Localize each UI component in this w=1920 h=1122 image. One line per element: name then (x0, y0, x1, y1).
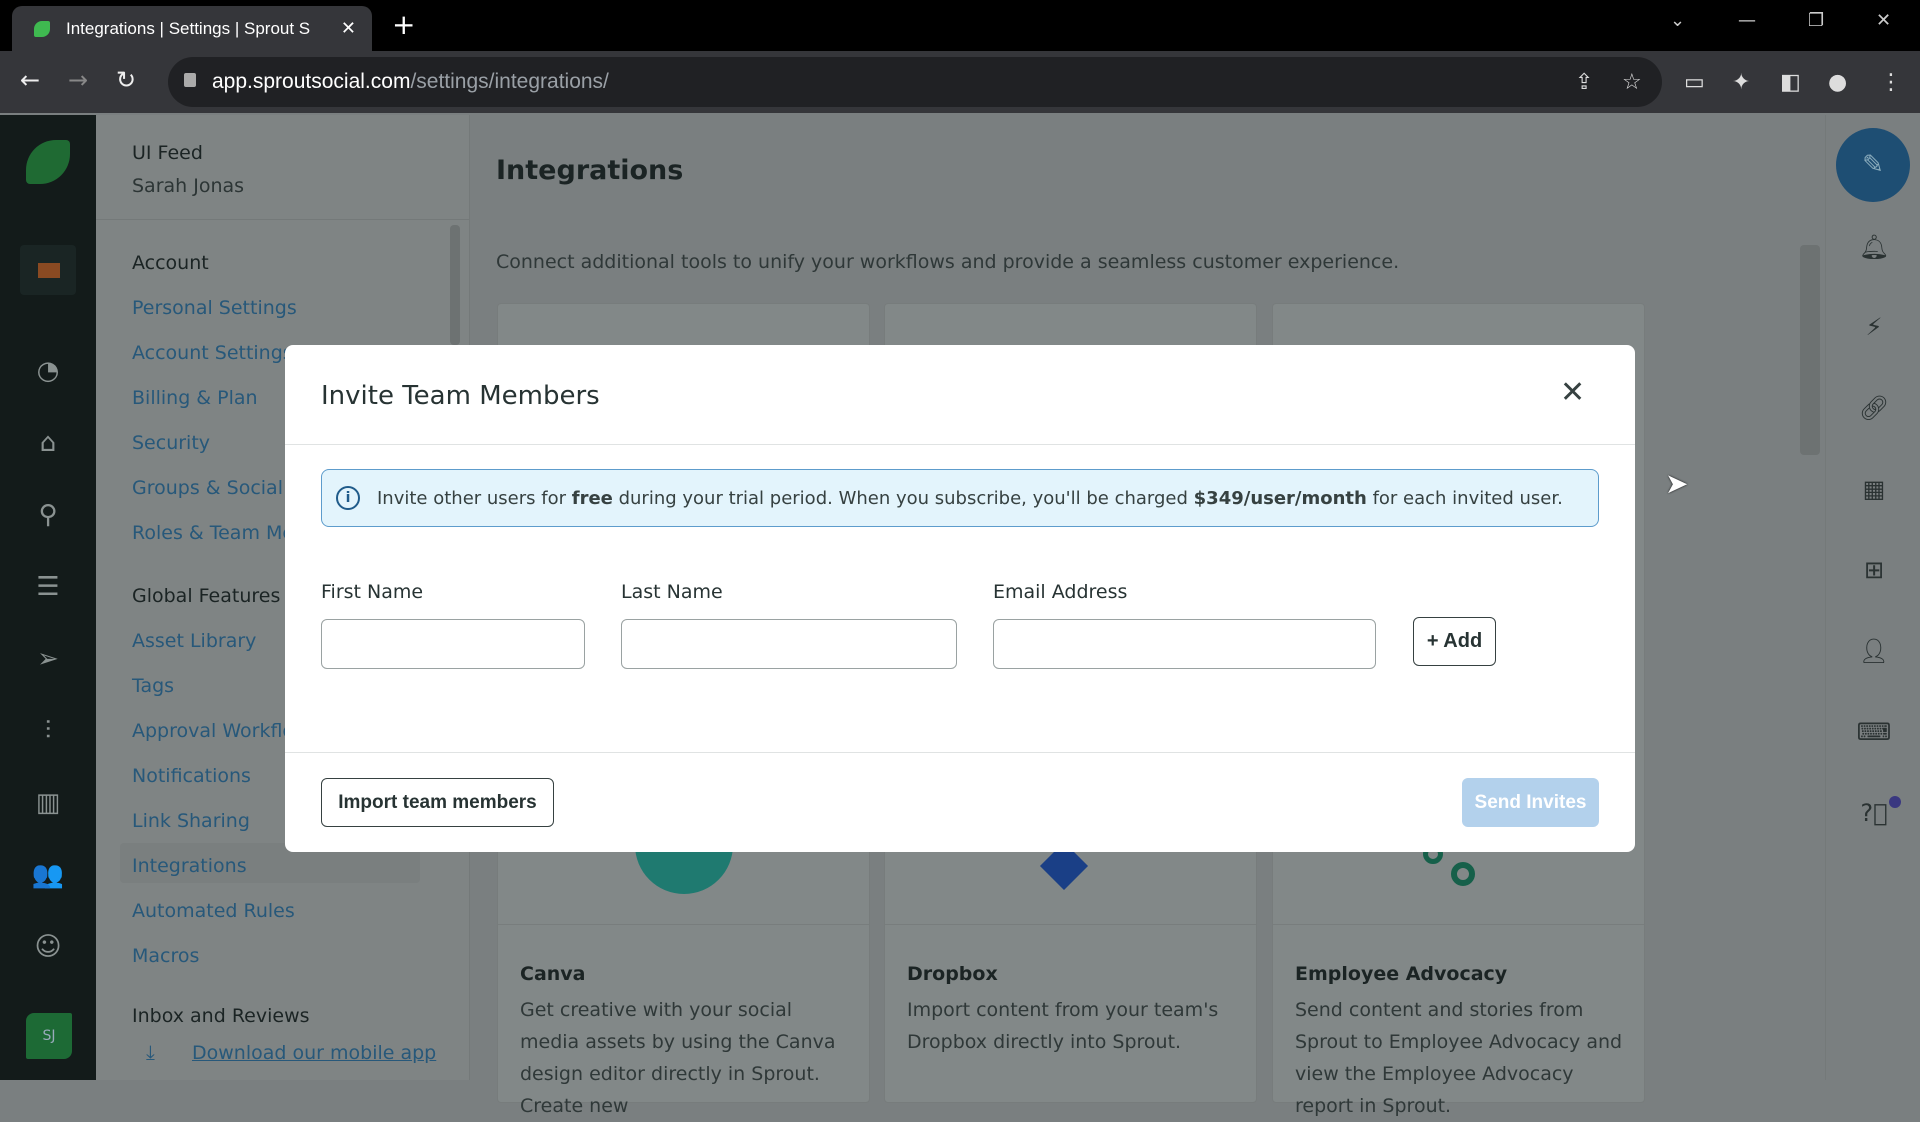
page-description: Connect additional tools to unify your w… (496, 251, 1400, 273)
advocacy-logo-dot (1451, 862, 1475, 886)
sidebar-item-security[interactable]: Security (132, 432, 210, 454)
modal-title: Invite Team Members (321, 381, 600, 411)
add-button[interactable]: + Add (1413, 617, 1496, 666)
section-inbox-reviews[interactable]: Inbox and Reviews (132, 1005, 310, 1027)
card-title: Canva (520, 963, 586, 985)
last-name-label: Last Name (621, 581, 723, 603)
bell-icon[interactable]: 🔔︎ (1854, 227, 1894, 267)
tab-title: Integrations | Settings | Sprout S (66, 18, 311, 38)
first-name-input[interactable] (321, 619, 585, 669)
url-bar[interactable]: app.sproutsocial.com/settings/integratio… (168, 57, 1662, 107)
listening-icon[interactable]: ⫶ (28, 711, 68, 751)
card-description: Get creative with your social media asse… (520, 999, 836, 1117)
sidebar-item-link-sharing[interactable]: Link Sharing (132, 810, 250, 832)
workspace-name: UI Feed (132, 142, 203, 164)
url-path: /settings/integrations/ (410, 70, 609, 93)
quick-reply-icon[interactable]: ⚡ (1854, 307, 1894, 347)
info-text: Invite other users for (377, 487, 572, 509)
lock-icon (184, 73, 196, 87)
page-title: Integrations (496, 155, 684, 186)
pin-icon[interactable]: ⚲ (28, 495, 68, 535)
info-icon: i (336, 486, 360, 510)
email-input[interactable] (993, 619, 1376, 669)
send-invites-button[interactable]: Send Invites (1462, 778, 1599, 827)
sidebar-item-automated-rules[interactable]: Automated Rules (132, 900, 295, 922)
sidebar-item-integrations[interactable]: Integrations (132, 855, 247, 877)
bookmark-star-icon[interactable]: ☆ (1622, 70, 1642, 95)
card-title: Employee Advocacy (1295, 963, 1508, 985)
download-icon: ⤓ (146, 1040, 155, 1064)
sidebar-item-macros[interactable]: Macros (132, 945, 199, 967)
forward-icon[interactable]: → (68, 66, 88, 94)
info-text: during your trial period. When you subsc… (612, 487, 1194, 509)
section-account: Account (132, 252, 209, 274)
avatar[interactable]: SJ (26, 1013, 72, 1059)
sidebar-item-account-settings[interactable]: Account Settings (132, 342, 293, 364)
sidebar-item-billing[interactable]: Billing & Plan (132, 387, 258, 409)
sidebar-item-notifications[interactable]: Notifications (132, 765, 251, 787)
sidebar-item-asset-library[interactable]: Asset Library (132, 630, 256, 652)
reload-icon[interactable]: ↻ (116, 66, 136, 94)
email-label: Email Address (993, 581, 1128, 603)
help-icon[interactable]: ?⃝ (1854, 793, 1894, 833)
profile-icon[interactable]: ● (1828, 70, 1847, 95)
card-description: Send content and stories from Sprout to … (1295, 999, 1623, 1117)
share-icon[interactable]: ⇪ (1575, 70, 1593, 95)
notification-dot (1889, 796, 1901, 808)
first-name-label: First Name (321, 581, 424, 603)
inbox-icon[interactable]: ⌂ (28, 423, 68, 463)
add-user-icon[interactable]: 👤︎ (1854, 631, 1894, 671)
link-icon[interactable]: 🔗︎ (1854, 388, 1894, 428)
puzzle-icon[interactable]: ✦ (1732, 70, 1750, 95)
sprout-logo-icon (26, 140, 70, 184)
back-icon[interactable]: ← (20, 66, 40, 94)
url-host: app.sproutsocial.com (212, 70, 411, 93)
minimize-button[interactable]: — (1738, 10, 1756, 31)
card-title: Dropbox (907, 963, 998, 985)
download-mobile-app-link[interactable]: Download our mobile app (192, 1042, 436, 1064)
sidebar-item-personal-settings[interactable]: Personal Settings (132, 297, 297, 319)
send-icon[interactable]: ➢ (28, 639, 68, 679)
browser-tab[interactable]: Integrations | Settings | Sprout S ✕ (12, 6, 372, 51)
keyboard-icon[interactable]: ⌨ (1854, 712, 1894, 752)
info-free: free (571, 487, 613, 509)
sidebar-scrollbar[interactable] (450, 225, 460, 345)
bot-icon[interactable]: ☺ (28, 927, 68, 967)
restore-button[interactable]: ❐ (1808, 10, 1824, 31)
folder-icon (38, 263, 60, 278)
mouse-cursor: ➤ (1665, 467, 1689, 500)
side-panel-icon[interactable]: ◧ (1780, 70, 1801, 95)
info-text: for each invited user. (1366, 487, 1563, 509)
user-name: Sarah Jonas (132, 175, 245, 197)
info-banner: i Invite other users for free during your… (321, 469, 1599, 527)
tab-search-icon[interactable]: ⌄ (1670, 10, 1685, 31)
sidebar-item-tags[interactable]: Tags (132, 675, 174, 697)
card-description: Import content from your team's Dropbox … (907, 999, 1219, 1053)
sprout-favicon-icon (34, 20, 50, 37)
close-tab-icon[interactable]: ✕ (341, 18, 356, 39)
new-tab-button[interactable]: + (392, 8, 415, 41)
menu-icon[interactable]: ⋮ (1880, 70, 1902, 95)
section-global-features: Global Features (132, 585, 281, 607)
main-scrollbar[interactable] (1800, 245, 1820, 455)
add-box-icon[interactable]: ⊞ (1854, 550, 1894, 590)
apps-grid-icon[interactable]: ▦ (1854, 469, 1894, 509)
close-icon[interactable]: ✕ (1560, 375, 1585, 410)
last-name-input[interactable] (621, 619, 957, 669)
invite-team-members-modal: Invite Team Members ✕ i Invite other user… (285, 345, 1635, 852)
list-icon[interactable]: ☰ (28, 567, 68, 607)
info-price: $349/user/month (1193, 487, 1367, 509)
close-window-button[interactable]: ✕ (1876, 10, 1891, 31)
app-nav: ◔ ⌂ ⚲ ☰ ➢ ⫶ ▥ 👥 ☺ SJ (0, 115, 96, 1080)
compose-button[interactable]: ✎ (1836, 128, 1910, 202)
import-team-members-button[interactable]: Import team members (321, 778, 554, 827)
dashboard-icon[interactable]: ◔ (28, 351, 68, 391)
reports-icon[interactable]: ▥ (28, 783, 68, 823)
people-icon[interactable]: 👥 (28, 855, 68, 895)
nav-settings[interactable] (20, 245, 76, 295)
extension-icon[interactable]: ▭ (1684, 70, 1705, 95)
